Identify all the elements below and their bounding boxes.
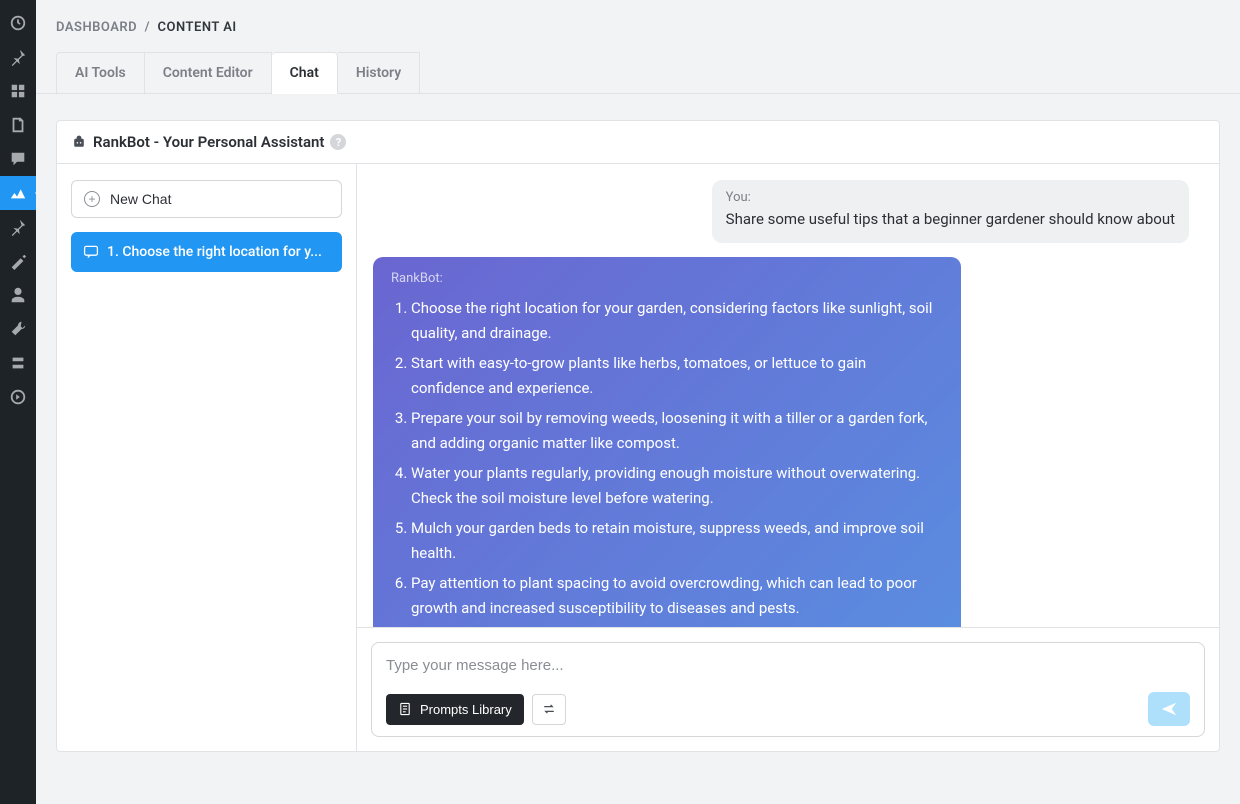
message-bot: RankBot: Choose the right location for y…	[373, 257, 961, 627]
sidebar-pin-icon[interactable]	[0, 40, 36, 74]
sidebar-media-icon[interactable]	[0, 74, 36, 108]
new-chat-label: New Chat	[110, 191, 171, 207]
sidebar-appearance-icon[interactable]	[0, 244, 36, 278]
regenerate-button[interactable]	[532, 694, 566, 725]
sidebar-comments-icon[interactable]	[0, 142, 36, 176]
tab-ai-tools[interactable]: AI Tools	[56, 52, 145, 94]
chat-scroll[interactable]: You: Share some useful tips that a begin…	[357, 164, 1219, 627]
plus-icon: +	[84, 191, 100, 207]
chat-item-label: 1. Choose the right location for y...	[107, 244, 322, 260]
message-user: You: Share some useful tips that a begin…	[712, 180, 1189, 243]
tab-content-editor[interactable]: Content Editor	[145, 52, 272, 94]
send-button[interactable]	[1148, 692, 1190, 726]
sidebar-rankmath-icon[interactable]	[0, 176, 36, 210]
wp-admin-sidebar	[0, 0, 36, 804]
document-icon	[398, 702, 412, 716]
message-input[interactable]	[386, 657, 1190, 674]
tab-history[interactable]: History	[338, 52, 420, 94]
chat-sidebar: + New Chat 1. Choose the right location …	[57, 164, 357, 751]
bot-label: RankBot:	[391, 271, 943, 286]
sidebar-collapse-icon[interactable]	[0, 380, 36, 414]
sidebar-tools-icon[interactable]	[0, 312, 36, 346]
chat-main: You: Share some useful tips that a begin…	[357, 164, 1219, 751]
panel-title: RankBot - Your Personal Assistant	[93, 133, 324, 151]
breadcrumb: DASHBOARD / CONTENT AI	[36, 0, 1240, 51]
panel-body: + New Chat 1. Choose the right location …	[57, 164, 1219, 751]
breadcrumb-root[interactable]: DASHBOARD	[56, 20, 137, 35]
prompts-library-button[interactable]: Prompts Library	[386, 694, 524, 725]
send-icon	[1160, 700, 1178, 718]
chat-bubble-icon	[83, 244, 99, 260]
bot-item: Mulch your garden beds to retain moistur…	[411, 516, 943, 567]
new-chat-button[interactable]: + New Chat	[71, 180, 342, 218]
panel-header: RankBot - Your Personal Assistant ?	[57, 121, 1219, 164]
bot-item: Pay attention to plant spacing to avoid …	[411, 571, 943, 622]
bot-item: Prepare your soil by removing weeds, loo…	[411, 406, 943, 457]
compose-box: Prompts Library	[371, 642, 1205, 737]
sidebar-pages-icon[interactable]	[0, 108, 36, 142]
chat-panel: RankBot - Your Personal Assistant ? + Ne…	[56, 120, 1220, 752]
chat-list: 1. Choose the right location for y...	[71, 232, 342, 272]
bot-item: Start with easy-to-grow plants like herb…	[411, 351, 943, 402]
compose-area: Prompts Library	[357, 627, 1219, 751]
tab-chat[interactable]: Chat	[272, 52, 338, 94]
loop-icon	[541, 701, 557, 717]
user-text: Share some useful tips that a beginner g…	[726, 209, 1175, 231]
bot-item: Choose the right location for your garde…	[411, 296, 943, 347]
sidebar-users-icon[interactable]	[0, 278, 36, 312]
prompts-label: Prompts Library	[420, 702, 512, 717]
bot-icon	[71, 134, 87, 150]
tabs: AI Tools Content Editor Chat History	[36, 51, 1240, 94]
sidebar-pin2-icon[interactable]	[0, 210, 36, 244]
user-label: You:	[726, 190, 1175, 205]
breadcrumb-current: CONTENT AI	[158, 20, 237, 35]
bot-list: Choose the right location for your garde…	[391, 296, 943, 622]
breadcrumb-sep: /	[145, 20, 150, 35]
bot-item: Water your plants regularly, providing e…	[411, 461, 943, 512]
sidebar-dashboard-icon[interactable]	[0, 6, 36, 40]
main-content: DASHBOARD / CONTENT AI AI Tools Content …	[36, 0, 1240, 804]
help-icon[interactable]: ?	[330, 134, 346, 150]
chat-list-item[interactable]: 1. Choose the right location for y...	[71, 232, 342, 272]
sidebar-settings-icon[interactable]	[0, 346, 36, 380]
